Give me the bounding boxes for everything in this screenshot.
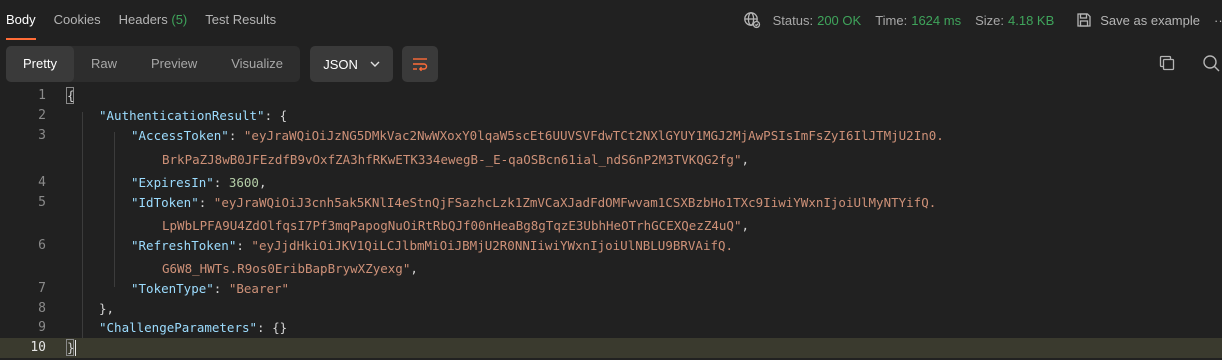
format-value: JSON (323, 56, 358, 72)
save-as-example-button[interactable]: Save as example (1076, 12, 1200, 28)
line-number: 2 (38, 108, 46, 123)
wrap-lines-icon (413, 58, 428, 72)
wrap-lines-button[interactable] (402, 46, 439, 82)
json-string: G6W8_HWTs.R9os0EribBapBrywXZyexg" (162, 261, 411, 276)
code-text: : {} (257, 320, 288, 335)
code-line-wrap: G6W8_HWTs.R9os0EribBapBrywXZyexg", (162, 261, 418, 276)
line-number: 7 (38, 281, 46, 296)
size-value[interactable]: 4.18 KB (1008, 13, 1054, 28)
json-key: "AuthenticationResult" (99, 108, 265, 123)
format-dropdown[interactable]: JSON (310, 46, 394, 82)
json-key: "ChallengeParameters" (99, 320, 258, 335)
line-number: 6 (38, 238, 46, 253)
line-number: 9 (38, 320, 46, 335)
more-options-button[interactable]: ··· (1214, 13, 1222, 28)
tab-headers-label: Headers (118, 12, 168, 27)
time-value[interactable]: 1624 ms (911, 13, 961, 28)
line-number: 3 (38, 128, 46, 143)
code-text: }, (99, 301, 115, 316)
json-key: "TokenType" (131, 281, 214, 296)
response-body-editor[interactable]: 1 { 2 "AuthenticationResult": { 3 "Acces… (0, 86, 1222, 360)
json-string: "eyJjdHkiOiJKV1QiLCJlbmMiOiJBMjU2R0NNIiw… (251, 238, 734, 253)
json-string: "eyJraWQiOiJ3cnh5ak5KNlI4eStnQjFSazhcLzk… (213, 195, 937, 210)
line-number: 4 (38, 175, 46, 190)
save-icon (1077, 13, 1091, 27)
response-meta: Status: 200 OK Time: 1624 ms Size: 4.18 … (743, 0, 1222, 40)
tab-cookies[interactable]: Cookies (54, 0, 101, 40)
response-tabs: Body Cookies Headers (5) Test Results (0, 0, 294, 40)
view-preview-button[interactable]: Preview (134, 46, 214, 82)
text-cursor (75, 340, 76, 356)
json-string: "Bearer" (228, 281, 290, 296)
view-visualize-button[interactable]: Visualize (214, 46, 300, 82)
copy-button[interactable] (1156, 52, 1178, 74)
code-line: 3 "AccessToken": "eyJraWQiOiJzNG5DMkVac2… (0, 126, 1222, 146)
status-value[interactable]: 200 OK (817, 13, 861, 28)
code-line: 7 "TokenType": "Bearer" (0, 279, 1222, 299)
code-line-current: 10 } (0, 338, 1222, 358)
json-string: "eyJraWQiOiJzNG5DMkVac2NwWXoxY0lqaW5scEt… (243, 128, 944, 143)
json-string: LpWbLPFA9U4ZdOlfqsI7Pf3mqPapogNuOiRtRbQJ… (162, 218, 742, 233)
code-text: { (67, 88, 75, 103)
json-key: "ExpiresIn" (131, 175, 214, 190)
json-string: BrkPaZJ8wB0JFEzdfB9vOxfZA3hfRKwETK334ewe… (162, 152, 742, 167)
code-line: 8 }, (0, 299, 1222, 319)
tab-test-results[interactable]: Test Results (205, 0, 276, 40)
size-label: Size: (975, 12, 1004, 28)
line-number: 8 (38, 301, 46, 316)
code-line: 4 "ExpiresIn": 3600, (0, 173, 1222, 193)
response-toolbar: Pretty Raw Preview Visualize JSON (6, 46, 439, 82)
json-number: 3600 (228, 175, 259, 190)
tab-body-label: Body (6, 12, 36, 27)
tab-cookies-label: Cookies (53, 12, 101, 27)
code-text: : { (264, 108, 288, 123)
copy-icon (1159, 55, 1175, 71)
json-key: "RefreshToken" (131, 238, 237, 253)
globe-icon[interactable] (743, 11, 761, 29)
chevron-down-icon (370, 61, 380, 67)
line-number: 1 (38, 88, 46, 103)
json-key: "IdToken" (131, 195, 199, 210)
code-line-wrap: BrkPaZJ8wB0JFEzdfB9vOxfZA3hfRKwETK334ewe… (162, 152, 750, 167)
code-line: 2 "AuthenticationResult": { (0, 106, 1222, 126)
line-number: 10 (30, 340, 46, 355)
view-mode-segmented: Pretty Raw Preview Visualize (6, 46, 301, 82)
time-label: Time: (875, 12, 908, 28)
tab-body[interactable]: Body (6, 0, 36, 40)
code-line: 1 { (0, 86, 1222, 106)
status-label: Status: (772, 12, 814, 28)
line-number: 5 (38, 195, 46, 210)
code-line: 9 "ChallengeParameters": {} (0, 318, 1222, 338)
code-line: 6 "RefreshToken": "eyJjdHkiOiJKV1QiLCJlb… (0, 236, 1222, 256)
view-pretty-button[interactable]: Pretty (6, 46, 74, 82)
tab-test-results-label: Test Results (205, 12, 277, 27)
save-as-example-label: Save as example (1100, 12, 1200, 28)
view-raw-button[interactable]: Raw (74, 46, 134, 82)
tab-headers[interactable]: Headers (5) (119, 0, 188, 40)
response-header-bar: Body Cookies Headers (5) Test Results St… (0, 0, 1222, 40)
editor-tools (1134, 52, 1222, 74)
headers-count-badge: (5) (171, 12, 188, 27)
code-text: } (67, 340, 75, 355)
json-key: "AccessToken" (131, 128, 229, 143)
search-icon (1203, 55, 1220, 72)
code-line-wrap: LpWbLPFA9U4ZdOlfqsI7Pf3mqPapogNuOiRtRbQJ… (162, 218, 750, 233)
code-line: 5 "IdToken": "eyJraWQiOiJ3cnh5ak5KNlI4eS… (0, 193, 1222, 213)
search-button[interactable] (1200, 52, 1222, 74)
